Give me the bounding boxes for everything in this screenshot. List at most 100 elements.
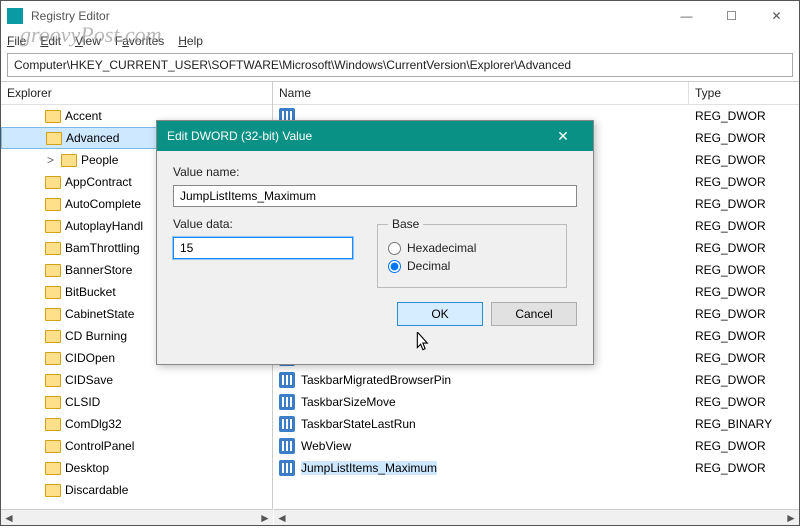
tree-item-label: CIDSave [65,373,113,387]
list-hscroll[interactable]: ◄ ► [274,509,799,525]
tree-item[interactable]: ControlPanel [1,435,272,457]
dialog-titlebar: Edit DWORD (32-bit) Value ✕ [157,121,593,151]
edit-dword-dialog: Edit DWORD (32-bit) Value ✕ Value name: … [156,120,594,365]
list-row-name: WebView [301,439,351,453]
radio-dec[interactable]: Decimal [388,259,556,273]
titlebar: Registry Editor — ☐ ✕ [1,1,799,31]
list-row-type: REG_DWOR [689,461,766,475]
window-title: Registry Editor [31,9,664,23]
folder-icon [45,440,61,453]
tree-item-label: Discardable [65,483,128,497]
reg-value-icon [279,372,295,388]
folder-icon [45,462,61,475]
folder-icon [45,220,61,233]
list-row-type: REG_DWOR [689,131,766,145]
scroll-right-icon[interactable]: ► [783,510,799,525]
list-row-type: REG_DWOR [689,439,766,453]
menu-favorites[interactable]: Favorites [115,34,164,48]
tree-item[interactable]: Discardable [1,479,272,501]
value-data-input[interactable] [173,237,353,259]
list-row-type: REG_DWOR [689,351,766,365]
close-button[interactable]: ✕ [754,1,799,31]
list-row[interactable]: WebView REG_DWOR [273,435,799,457]
list-row-type: REG_DWOR [689,109,766,123]
list-row-type: REG_BINARY [689,417,772,431]
radio-hex-input[interactable] [388,242,401,255]
value-name-input[interactable] [173,185,577,207]
list-header: Name Type [273,82,799,105]
expander-icon[interactable]: > [47,153,57,167]
tree-item-label: AutoplayHandl [65,219,143,233]
folder-icon [45,396,61,409]
tree-item-label: BannerStore [65,263,132,277]
value-name-label: Value name: [173,165,577,179]
tree-item-label: CIDOpen [65,351,115,365]
tree-item[interactable]: Desktop [1,457,272,479]
address-bar[interactable]: Computer\HKEY_CURRENT_USER\SOFTWARE\Micr… [7,53,793,77]
tree-hscroll[interactable]: ◄ ► [1,509,273,525]
radio-hex[interactable]: Hexadecimal [388,241,556,255]
list-row-type: REG_DWOR [689,307,766,321]
tree-item-label: AutoComplete [65,197,141,211]
list-row-type: REG_DWOR [689,241,766,255]
folder-icon [45,330,61,343]
list-row-type: REG_DWOR [689,285,766,299]
scroll-left-icon[interactable]: ◄ [1,510,17,525]
radio-dec-input[interactable] [388,260,401,273]
dialog-close-button[interactable]: ✕ [543,121,583,151]
tree-item-label: CD Burning [65,329,127,343]
scroll-right-icon[interactable]: ► [257,510,273,525]
tree-item[interactable]: CIDSave [1,369,272,391]
tree-item-label: AppContract [65,175,132,189]
folder-icon [45,418,61,431]
list-row[interactable]: TaskbarStateLastRun REG_BINARY [273,413,799,435]
address-text: Computer\HKEY_CURRENT_USER\SOFTWARE\Micr… [14,58,571,72]
menu-edit[interactable]: Edit [40,34,61,48]
tree-item[interactable]: CLSID [1,391,272,413]
folder-icon [45,242,61,255]
list-row[interactable]: TaskbarSizeMove REG_DWOR [273,391,799,413]
reg-value-icon [279,394,295,410]
list-row-type: REG_DWOR [689,197,766,211]
list-row-name: TaskbarMigratedBrowserPin [301,373,451,387]
folder-icon [46,132,62,145]
base-fieldset: Base Hexadecimal Decimal [377,217,567,288]
scroll-track[interactable] [290,510,783,525]
tree-item-label: Advanced [66,131,119,145]
dialog-title: Edit DWORD (32-bit) Value [167,129,312,143]
tree-item-label: CLSID [65,395,100,409]
minimize-button[interactable]: — [664,1,709,31]
tree-item-label: ControlPanel [65,439,134,453]
tree-item[interactable]: ComDlg32 [1,413,272,435]
maximize-button[interactable]: ☐ [709,1,754,31]
ok-button[interactable]: OK [397,302,483,326]
tree-item-label: People [81,153,118,167]
col-type[interactable]: Type [689,82,799,104]
list-row-type: REG_DWOR [689,175,766,189]
list-row-type: REG_DWOR [689,395,766,409]
menu-help[interactable]: Help [178,34,203,48]
list-row-type: REG_DWOR [689,329,766,343]
menu-file[interactable]: File [7,34,26,48]
folder-icon [45,110,61,123]
scroll-left-icon[interactable]: ◄ [274,510,290,525]
col-name[interactable]: Name [273,82,689,104]
tree-item-label: Desktop [65,461,109,475]
folder-icon [45,484,61,497]
reg-value-icon [279,438,295,454]
list-row[interactable]: JumpListItems_Maximum REG_DWOR [273,457,799,479]
list-row-name: TaskbarSizeMove [301,395,396,409]
reg-value-icon [279,460,295,476]
tree-item-label: CabinetState [65,307,134,321]
folder-icon [45,374,61,387]
tree-item-label: Accent [65,109,102,123]
tree-item-label: ComDlg32 [65,417,122,431]
list-row-name: JumpListItems_Maximum [301,461,437,475]
cancel-button[interactable]: Cancel [491,302,577,326]
folder-icon [61,154,77,167]
list-row[interactable]: TaskbarMigratedBrowserPinREG_DWOR [273,369,799,391]
list-row-type: REG_DWOR [689,263,766,277]
menu-view[interactable]: View [75,34,101,48]
scroll-track[interactable] [17,510,257,525]
list-row-name: TaskbarStateLastRun [301,417,416,431]
